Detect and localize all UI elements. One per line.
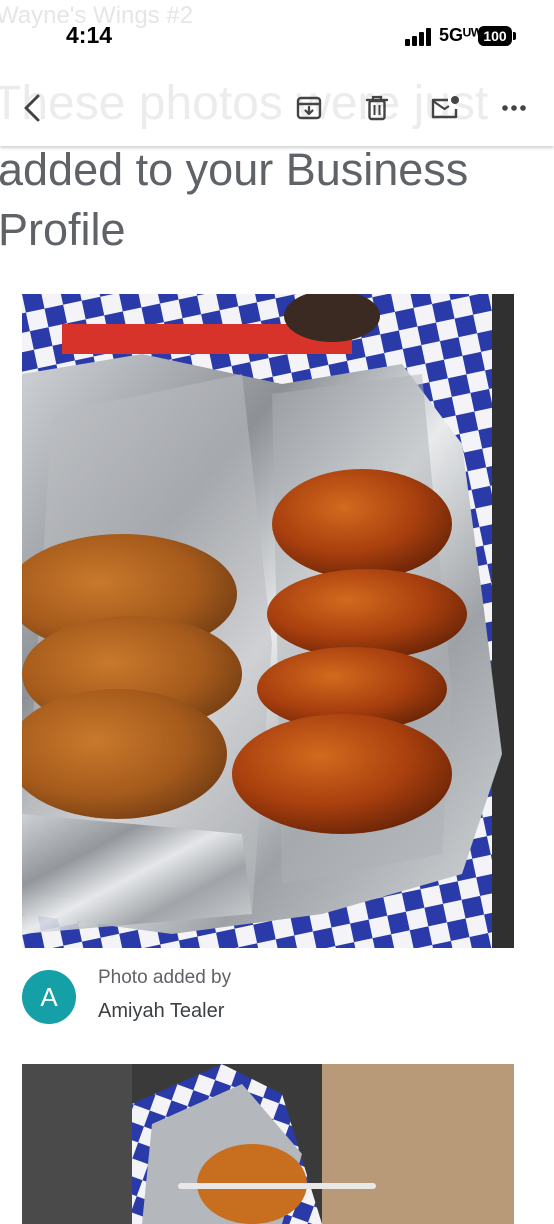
mark-unread-icon[interactable] [427, 90, 463, 126]
network-type: 5Gᵁᵂ [439, 25, 483, 45]
archive-icon[interactable] [291, 90, 327, 126]
subject-line-2: Profile [0, 204, 126, 255]
subject-line-1: added to your Business [0, 144, 469, 195]
status-bar: Wayne's Wings #2 4:14 5Gᵁᵂ 100 [0, 0, 554, 70]
photo-caption-label: Photo added by [98, 967, 232, 988]
trash-icon[interactable] [359, 90, 395, 126]
ghost-subject-title: These photos were just [0, 77, 489, 130]
battery-tip [513, 32, 516, 40]
more-icon[interactable] [496, 90, 532, 126]
email-subject: added to your Business Profile [0, 140, 554, 260]
email-toolbar: These photos were just [0, 70, 554, 146]
back-arrow-icon[interactable] [14, 90, 50, 126]
avatar: A [22, 970, 76, 1024]
signal-icon [405, 28, 433, 46]
second-photo[interactable] [22, 1064, 514, 1224]
home-indicator[interactable] [178, 1183, 376, 1189]
photo-author: Amiyah Tealer [98, 1000, 225, 1022]
clock: 4:14 [66, 22, 113, 48]
battery-icon: 100 [478, 26, 512, 46]
wings-photo[interactable] [22, 294, 514, 948]
